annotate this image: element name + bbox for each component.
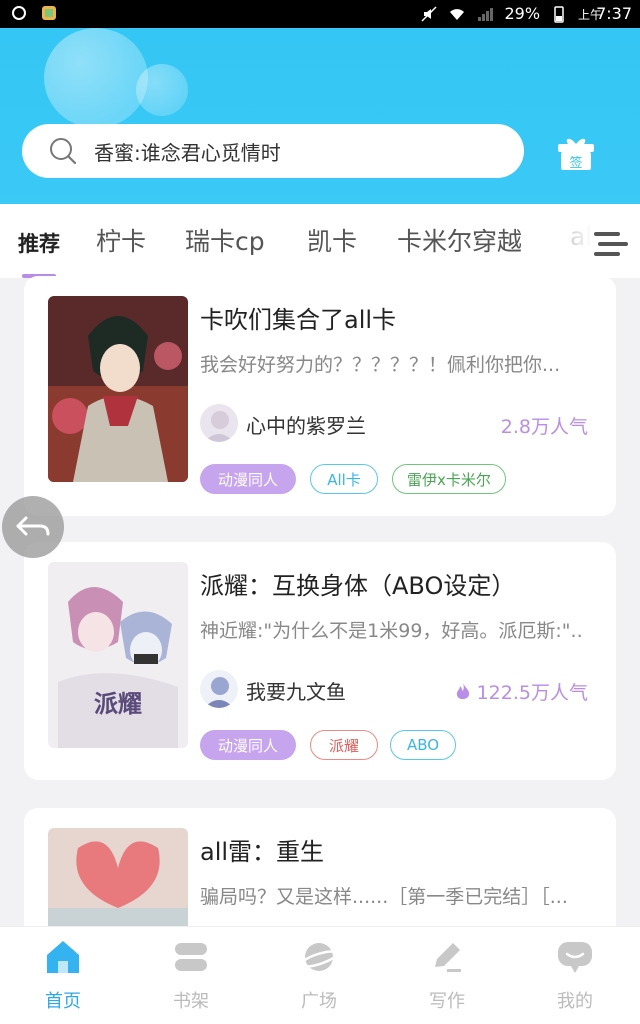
app-notification-icon — [42, 6, 56, 20]
nav-label: 我的 — [557, 991, 593, 1012]
tag[interactable]: 动漫同人 — [200, 464, 296, 494]
battery-icon — [554, 5, 564, 23]
novel-cover: 派耀 — [48, 562, 188, 748]
header: 香蜜:谁念君心觅情时 签 — [0, 28, 640, 204]
novel-title: 派耀：互换身体（ABO设定） — [200, 572, 516, 600]
avatar[interactable] — [200, 404, 238, 442]
status-bar: 29% 上午7:37 — [0, 0, 640, 28]
planet-icon — [299, 943, 339, 971]
search-placeholder: 香蜜:谁念君心觅情时 — [94, 140, 281, 165]
popularity-text: 2.8万人气 — [500, 416, 588, 438]
battery-percent: 29% — [504, 4, 541, 23]
decor-bubble — [136, 64, 188, 116]
nav-label: 写作 — [429, 991, 465, 1012]
nav-home[interactable]: 首页 — [18, 937, 108, 1013]
tab-ningka[interactable]: 柠卡 — [96, 222, 146, 258]
popularity-text: 122.5万人气 — [476, 682, 588, 704]
tab-ruika-cp[interactable]: 瑞卡cp — [185, 222, 265, 258]
novel-card[interactable]: 派耀 派耀：互换身体（ABO设定） 神近耀:"为什么不是1米99，好高。派厄斯:… — [24, 542, 616, 780]
popularity: 122.5万人气 — [455, 678, 588, 705]
nav-write[interactable]: 写作 — [402, 937, 492, 1013]
nav-bookshelf[interactable]: 书架 — [146, 937, 236, 1013]
return-icon — [16, 516, 50, 536]
menu-icon[interactable] — [594, 230, 628, 258]
bottom-nav: 首页 书架 广场 写作 我的 — [0, 926, 640, 1024]
decor-bubble — [44, 28, 148, 128]
novel-description: 我会好好努力的？？？？？！佩利你把你... — [200, 354, 561, 376]
tag[interactable]: 动漫同人 — [200, 730, 296, 760]
chat-bubble-icon — [558, 942, 592, 973]
signal-icon — [478, 7, 494, 21]
avatar[interactable] — [200, 670, 238, 708]
category-tabs: 推荐 柠卡 瑞卡cp 凯卡 卡米尔穿越 al — [0, 204, 640, 278]
novel-card[interactable]: 卡吹们集合了all卡 我会好好努力的？？？？？！佩利你把你... 心中的紫罗兰 … — [24, 276, 616, 516]
tag[interactable]: 雷伊x卡米尔 — [392, 464, 506, 494]
wifi-icon — [450, 8, 465, 20]
flame-icon — [456, 682, 469, 699]
bookshelf-icon — [175, 943, 207, 971]
popularity: 2.8万人气 — [501, 412, 588, 439]
tag[interactable]: All卡 — [310, 464, 378, 494]
nav-label: 首页 — [45, 991, 81, 1012]
tab-recommend[interactable]: 推荐 — [18, 228, 60, 258]
novel-description: 骗局吗？又是这样......［第一季已完结］［... — [200, 886, 568, 908]
nav-label: 广场 — [301, 991, 337, 1012]
nav-mine[interactable]: 我的 — [530, 937, 620, 1013]
author-name: 我要九文鱼 — [246, 680, 346, 704]
pen-icon — [435, 943, 461, 972]
gift-icon: 签 — [558, 138, 594, 171]
mute-icon — [421, 5, 438, 22]
gift-label: 签 — [569, 155, 582, 171]
sync-icon — [12, 6, 26, 20]
nav-square[interactable]: 广场 — [274, 937, 364, 1013]
novel-title: all雷：重生 — [200, 838, 325, 866]
author-name: 心中的紫罗兰 — [246, 414, 366, 438]
search-bar[interactable]: 香蜜:谁念君心觅情时 — [22, 124, 524, 178]
sign-in-gift-button[interactable]: 签 — [556, 136, 596, 172]
tab-kamier-chuanyue[interactable]: 卡米尔穿越 — [397, 222, 522, 258]
novel-title: 卡吹们集合了all卡 — [200, 306, 397, 334]
tab-kaika[interactable]: 凯卡 — [307, 222, 357, 258]
nav-label: 书架 — [173, 991, 209, 1012]
svg-text:派耀: 派耀 — [94, 689, 142, 718]
novel-cover — [48, 296, 188, 482]
tag[interactable]: 派耀 — [310, 730, 378, 760]
tag[interactable]: ABO — [390, 730, 456, 760]
search-icon — [50, 138, 77, 165]
floating-back-button[interactable] — [2, 496, 64, 558]
home-icon — [47, 941, 79, 973]
clock: 7:37 — [596, 4, 632, 23]
novel-description: 神近耀:"为什么不是1米99，好高。派厄斯:".. — [200, 620, 583, 642]
